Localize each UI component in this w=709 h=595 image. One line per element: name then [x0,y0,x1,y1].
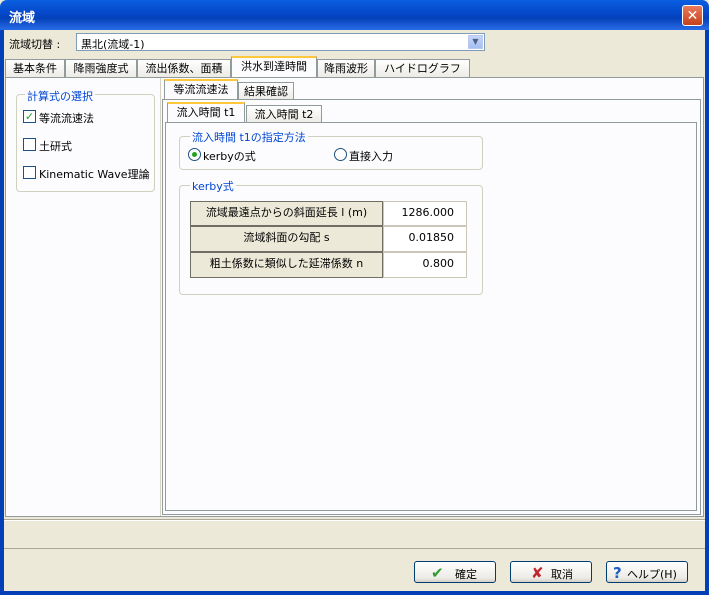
option-kinematic-wave-label: Kinematic Wave理論 [39,168,150,181]
close-button[interactable]: ✕ [682,5,703,26]
cross-icon: ✘ [531,564,544,582]
radio-selected-dot [192,152,197,157]
value-retardation-coefficient[interactable]: 0.800 [383,252,467,278]
value-slope-gradient[interactable]: 0.01850 [383,226,467,252]
question-icon: ? [613,564,622,582]
kerby-group-title: kerby式 [190,178,236,194]
value-slope-length[interactable]: 1286.000 [383,201,467,226]
row-label-slope-gradient: 流域斜面の勾配 s [190,226,383,252]
tab-rainfall-waveform[interactable]: 降雨波形 [317,59,375,77]
option-doken-label: 土研式 [39,140,72,153]
t1-method-title: 流入時間 t1の指定方法 [190,129,308,145]
basin-switch-label: 流域切替 : [9,38,61,51]
splitter [160,78,161,516]
check-icon: ✔ [431,564,444,582]
tab-result-check[interactable]: 結果確認 [238,82,294,100]
chevron-down-icon[interactable]: ▼ [468,35,483,49]
tab-hydrograph[interactable]: ハイドログラフ [375,59,470,77]
radio-direct-input[interactable] [334,148,347,161]
option-uniform-flow-label: 等流流速法 [39,112,94,125]
calc-method-title: 計算式の選択 [25,88,95,104]
checkbox-doken[interactable] [23,138,36,151]
window-border-bottom [0,591,709,595]
radio-kerby-label: kerbyの式 [203,150,256,163]
title-bar [0,0,709,30]
cancel-button-label: 取消 [551,568,573,581]
tab-uniform-flow[interactable]: 等流流速法 [164,79,238,100]
cancel-button[interactable]: ✘ 取消 [510,561,592,583]
tab-inflow-t2[interactable]: 流入時間 t2 [246,105,322,123]
window-border-left [0,30,4,595]
basin-switch-value: 黒北(流域-1) [81,38,145,51]
close-icon: ✕ [686,8,699,24]
checkbox-kinematic-wave[interactable] [23,166,36,179]
window-title: 流域 [9,11,36,26]
tab-flood-arrival-time[interactable]: 洪水到達時間 [231,56,317,77]
status-separator-highlight [4,520,705,521]
ok-button[interactable]: ✔ 確定 [414,561,496,583]
checkbox-uniform-flow[interactable]: ✓ [23,110,36,123]
radio-direct-input-label: 直接入力 [349,150,393,163]
radio-kerby[interactable] [188,148,201,161]
status-separator-bottom [4,548,705,549]
tab-runoff-coefficient[interactable]: 流出係数、面積 [137,59,231,77]
ok-button-label: 確定 [455,568,477,581]
help-button-label: ヘルプ(H) [627,568,677,581]
window-border-right [705,30,709,595]
tab-rainfall-intensity[interactable]: 降雨強度式 [65,59,137,77]
help-button[interactable]: ? ヘルプ(H) [606,561,688,583]
basin-switch-combo[interactable]: 黒北(流域-1) ▼ [76,33,485,51]
tab-inflow-t1[interactable]: 流入時間 t1 [167,102,245,123]
kerby-table: 流域最遠点からの斜面延長 l (m) 1286.000 流域斜面の勾配 s 0.… [190,201,467,278]
tab-basic-conditions[interactable]: 基本条件 [5,59,65,77]
check-icon: ✓ [24,110,35,123]
inner-tab-panel [165,122,697,511]
row-label-slope-length: 流域最遠点からの斜面延長 l (m) [190,201,383,226]
row-label-retardation-coefficient: 粗土係数に類似した延滞係数 n [190,252,383,278]
